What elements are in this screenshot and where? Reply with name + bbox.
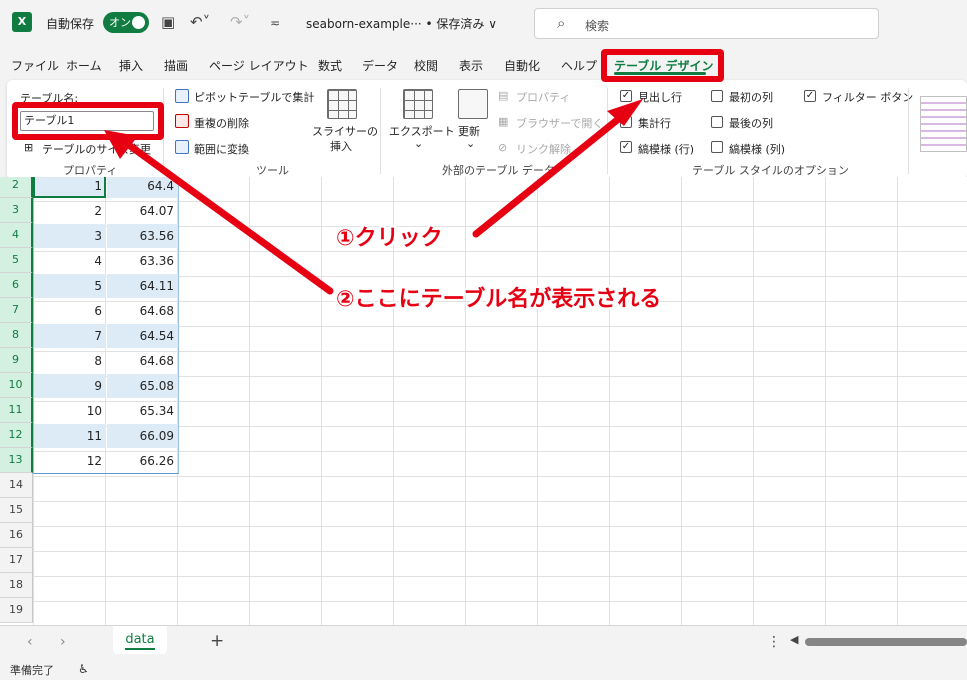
- sheet-tab-bar: ‹ › data + ⋮ ◀: [0, 625, 967, 658]
- scroll-left-icon[interactable]: ◀: [790, 633, 798, 646]
- prev-sheet-icon[interactable]: ‹: [27, 634, 33, 650]
- active-sheet-underline: [125, 648, 155, 650]
- add-sheet-button[interactable]: +: [210, 631, 224, 651]
- annotation-table-name-shown: ②ここにテーブル名が表示される: [336, 287, 662, 312]
- status-ready: 準備完了: [10, 664, 54, 677]
- horizontal-scrollbar[interactable]: [805, 638, 967, 646]
- accessibility-icon[interactable]: ♿: [78, 662, 89, 676]
- annotation-arrows: [104, 99, 643, 295]
- status-bar: 準備完了 ♿: [0, 658, 967, 680]
- more-options-icon[interactable]: ⋮: [767, 634, 781, 650]
- next-sheet-icon[interactable]: ›: [60, 634, 66, 650]
- annotation-click: ①クリック: [336, 226, 443, 251]
